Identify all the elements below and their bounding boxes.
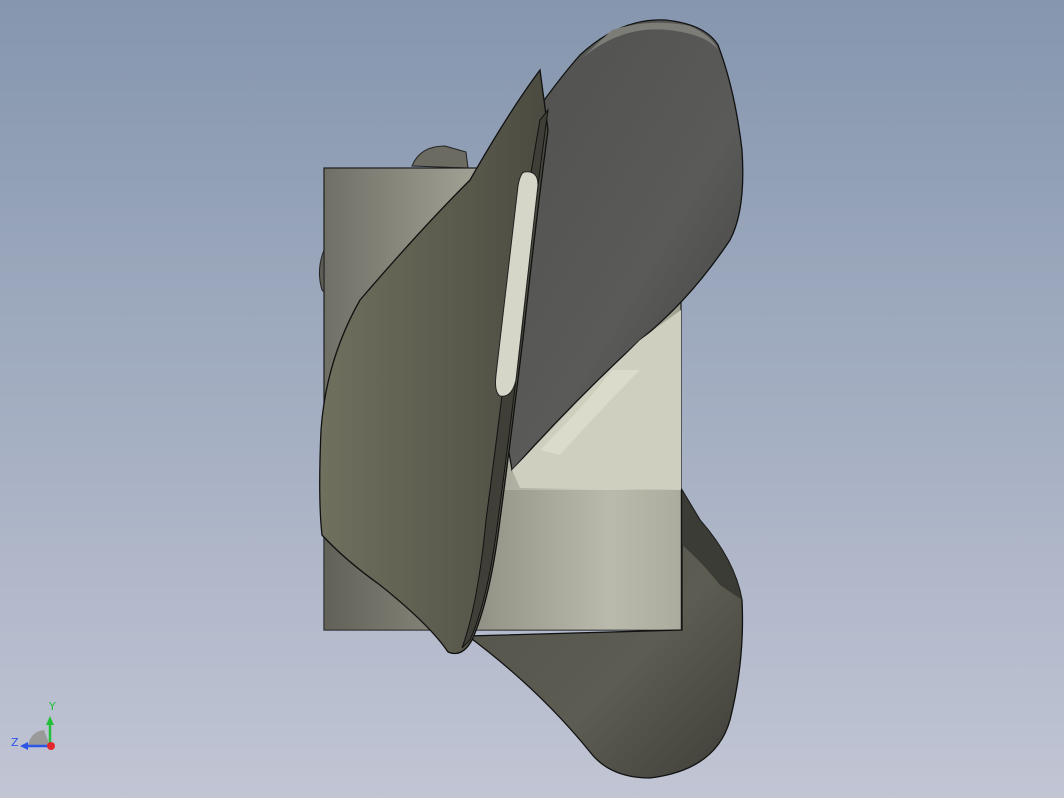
propeller-model[interactable] [0,0,1064,798]
y-axis-label: Y [48,700,56,713]
graphics-viewport[interactable]: Y Z [0,0,1064,798]
z-arrow-icon [20,742,28,750]
triad-base-icon [28,730,50,746]
y-arrow-icon [46,716,54,725]
z-axis-label: Z [11,736,19,749]
hub-stub [411,145,469,169]
orientation-triad[interactable]: Y Z [8,698,68,758]
x-axis-dot-icon [47,742,55,750]
